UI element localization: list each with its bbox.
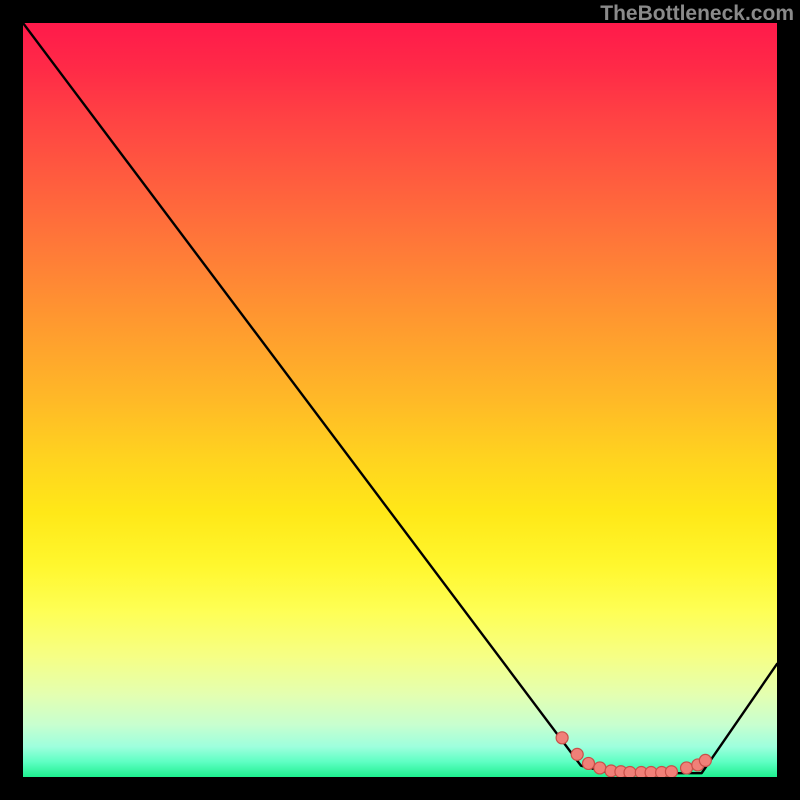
watermark-text: TheBottleneck.com xyxy=(0,2,800,26)
chart-svg xyxy=(23,23,777,777)
valley-marker xyxy=(571,748,583,760)
valley-marker xyxy=(699,754,711,766)
valley-marker xyxy=(624,766,636,777)
valley-marker xyxy=(665,766,677,777)
valley-marker xyxy=(583,757,595,769)
valley-marker-group xyxy=(556,732,711,777)
valley-marker xyxy=(556,732,568,744)
valley-marker xyxy=(681,762,693,774)
curve-line xyxy=(23,23,777,773)
chart-frame: TheBottleneck.com xyxy=(0,0,800,800)
valley-marker xyxy=(594,762,606,774)
plot-area xyxy=(23,23,777,777)
